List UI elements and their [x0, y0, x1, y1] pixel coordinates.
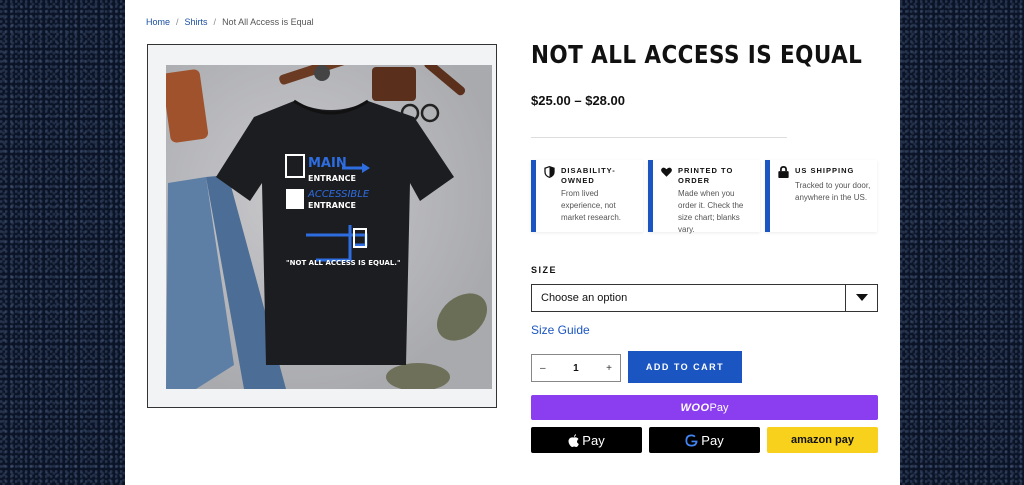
shirt-entrance-text: ENTRANCE [308, 174, 356, 183]
breadcrumb-separator: / [176, 17, 179, 27]
feature-desc: Made when you order it. Check the size c… [678, 189, 744, 234]
breadcrumb-home-link[interactable]: Home [146, 17, 170, 27]
divider [531, 137, 787, 138]
feature-desc: From lived experience, not market resear… [561, 189, 622, 222]
feature-title: DISABILITY-OWNED [561, 166, 616, 185]
size-guide-link[interactable]: Size Guide [531, 323, 590, 337]
lock-icon [778, 166, 789, 178]
shield-icon [544, 166, 555, 178]
shirt-slogan-text: "NOT ALL ACCESS IS EQUAL." [286, 259, 401, 267]
quantity-stepper: – 1 + [531, 354, 621, 382]
size-select-value: Choose an option [541, 292, 628, 304]
shirt-accessible-text: ACCESSIBLE [307, 189, 370, 200]
quantity-input[interactable]: 1 [573, 363, 579, 374]
chevron-down-icon[interactable] [845, 285, 877, 311]
apple-pay-button[interactable]: Pay [531, 427, 642, 453]
feature-us-shipping: US SHIPPING Tracked to your door, anywhe… [765, 160, 877, 232]
product-image[interactable]: MAIN ENTRANCE ACCESSIBLE ENTRANCE "NOT A… [166, 65, 492, 389]
product-price: $25.00 – $28.00 [531, 93, 625, 108]
breadcrumb-separator: / [213, 17, 217, 27]
feature-title: US SHIPPING [795, 166, 855, 175]
product-page: Home / Shirts / Not All Access is Equal [125, 0, 900, 485]
feature-desc: Tracked to your door, anywhere in the US… [795, 181, 871, 202]
breadcrumb-current: Not All Access is Equal [222, 17, 314, 27]
woopay-logo-text: WOO [680, 401, 710, 414]
feature-list: DISABILITY-OWNED From lived experience, … [531, 160, 877, 234]
breadcrumb: Home / Shirts / Not All Access is Equal [146, 17, 314, 27]
feature-printed-to-order: PRINTED TO ORDER Made when you order it.… [648, 160, 760, 234]
apple-pay-label: Pay [582, 432, 605, 448]
shirt-entrance-text: ENTRANCE [308, 201, 356, 210]
shirt-main-text: MAIN [308, 156, 347, 171]
woopay-logo-suffix: Pay [709, 401, 729, 414]
amazon-pay-button[interactable]: amazon pay [767, 427, 878, 453]
size-label: SIZE [531, 265, 558, 275]
apple-icon [568, 433, 580, 447]
product-gallery[interactable]: MAIN ENTRANCE ACCESSIBLE ENTRANCE "NOT A… [147, 44, 497, 408]
add-to-cart-button[interactable]: ADD TO CART [628, 351, 742, 383]
google-icon [685, 434, 698, 446]
google-pay-label: Pay [701, 432, 724, 448]
google-pay-button[interactable]: Pay [649, 427, 760, 453]
feature-disability-owned: DISABILITY-OWNED From lived experience, … [531, 160, 643, 232]
breadcrumb-shirts-link[interactable]: Shirts [185, 17, 208, 27]
quantity-decrease-button[interactable]: – [540, 363, 546, 374]
quantity-increase-button[interactable]: + [606, 363, 612, 374]
heart-icon [661, 167, 672, 177]
express-pay-row: Pay Pay amazon pay [531, 427, 878, 453]
feature-title: PRINTED TO ORDER [678, 166, 734, 185]
product-title: NOT ALL ACCESS IS EQUAL [531, 40, 863, 69]
size-select[interactable]: Choose an option [531, 284, 878, 312]
woopay-button[interactable]: WOO Pay [531, 395, 878, 420]
